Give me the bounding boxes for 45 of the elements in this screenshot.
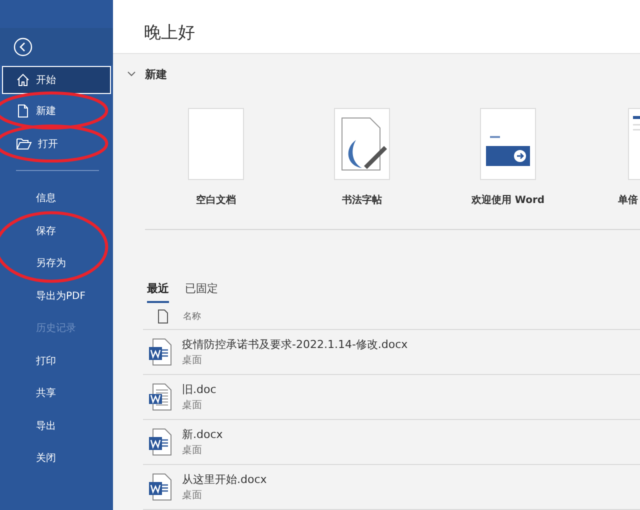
template-label: 单倍 [618,194,638,207]
file-icon [157,308,169,324]
file-row[interactable]: 从这里开始.docx 桌面 [143,465,640,510]
greeting-title: 晚上好 [144,22,195,44]
sidebar-item[interactable]: 开始 [2,66,111,94]
file-row[interactable]: 旧.doc 桌面 [143,375,640,420]
home-icon [16,73,30,87]
word-file-icon [148,338,172,366]
template-thumbnail[interactable] [334,108,390,180]
file-row[interactable]: 疫情防控承诺书及要求-2022.1.14-修改.docx 桌面 [143,330,640,375]
file-location: 桌面 [182,354,203,367]
template-label: 空白文档 [196,194,236,207]
back-icon[interactable] [13,36,33,56]
template-label: 欢迎使用 Word [471,193,545,207]
file-location: 桌面 [182,398,203,412]
section-title: 新建 [145,66,167,82]
sidebar-item[interactable]: 关闭 [0,442,113,474]
file-name: 从这里开始.docx [182,472,267,487]
file-location: 桌面 [182,488,203,502]
word-file-icon [148,428,172,456]
chevron-icon[interactable] [127,71,136,77]
word-file-icon [148,383,172,411]
file-row[interactable]: 新.docx 桌面 [143,420,640,465]
sidebar-item[interactable]: 导出 [0,410,113,442]
column-header: 名称 [183,310,201,322]
tab[interactable]: 已固定 [185,279,218,303]
sidebar-item[interactable]: 信息 [0,182,113,214]
sidebar-item[interactable]: 保存 [0,214,113,247]
template-thumbnail[interactable] [480,108,536,180]
file-name: 疫情防控承诺书及要求-2022.1.14-修改.docx [182,337,408,352]
file-location: 桌面 [182,444,203,457]
sidebar-item[interactable]: 导出为PDF [0,280,113,312]
sidebar-item[interactable]: 打开 [0,127,113,160]
tab[interactable]: 最近 [147,279,169,303]
word-file-icon [148,473,172,501]
sidebar-item[interactable]: 打印 [0,344,113,377]
template-thumbnail[interactable] [188,108,244,180]
template-label: 书法字帖 [342,193,382,207]
file-name: 新.docx [182,427,223,442]
sidebar-item[interactable]: 共享 [0,377,113,410]
file-name: 旧.doc [182,382,216,397]
folder-icon [16,136,32,150]
sidebar-item[interactable]: 新建 [0,94,113,127]
file-icon [16,104,30,118]
sidebar-item[interactable]: 另存为 [0,247,113,280]
